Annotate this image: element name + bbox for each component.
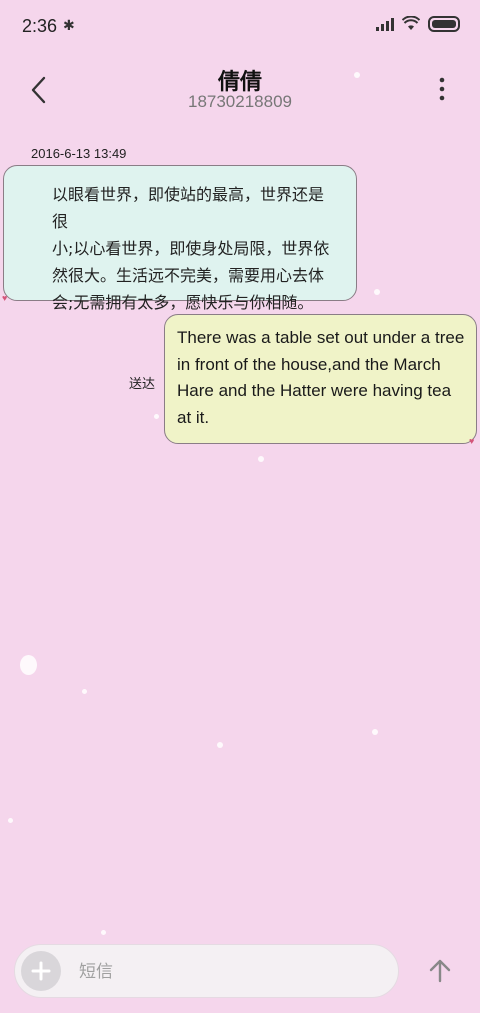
send-arrow-icon[interactable]: [424, 955, 456, 987]
message-text-line: at it.: [177, 407, 210, 427]
wifi-icon: [402, 16, 420, 30]
conversation-header: 倩倩 18730218809: [0, 58, 480, 118]
status-bar: 2:36 ✱: [0, 0, 480, 52]
message-text-line: in front of the house,and the March: [177, 354, 441, 374]
battery-icon: [428, 16, 460, 32]
status-icons: [376, 16, 460, 32]
snow-dot: [8, 818, 13, 823]
more-vertical-icon[interactable]: [432, 74, 452, 104]
contact-phone: 18730218809: [187, 92, 292, 111]
heart-icon: ♥: [469, 436, 475, 446]
delivery-status: 送达: [129, 377, 156, 392]
message-text-line: 以眼看世界，即使站的最高，世界还是很: [52, 185, 325, 231]
outgoing-message-bubble[interactable]: There was a table set out under a tree i…: [164, 314, 477, 444]
snow-dot: [20, 655, 37, 675]
message-text-line: There was a table set out under a tree: [177, 328, 465, 347]
status-time: 2:36: [22, 16, 58, 36]
message-text-line: Hare and the Hatter were having tea: [177, 381, 452, 400]
message-input[interactable]: [77, 955, 381, 989]
signal-icon: [376, 17, 394, 31]
message-text-line: 然很大。生活远不完美，需要用心去体: [52, 266, 325, 285]
bluetooth-icon: ✱: [63, 17, 75, 33]
snow-dot: [354, 72, 360, 78]
snow-dot: [82, 689, 87, 694]
message-composer: [14, 944, 399, 998]
message-text-line: 会;无需拥有太多，愿快乐与你相随。: [52, 293, 314, 312]
add-attachment-button[interactable]: [21, 951, 61, 991]
snow-dot: [154, 414, 159, 419]
snow-dot: [374, 289, 380, 295]
add-icon: [31, 961, 51, 981]
snow-dot: [217, 742, 223, 748]
message-timestamp: 2016-6-13 13:49: [31, 146, 127, 161]
snow-dot: [258, 456, 264, 462]
message-text-line: 小;以心看世界，即使身处局限，世界依: [52, 239, 330, 258]
snow-dot: [101, 930, 106, 935]
heart-icon: ♥: [2, 293, 8, 303]
snow-dot: [372, 729, 378, 735]
incoming-message-bubble[interactable]: 以眼看世界，即使站的最高，世界还是很 小;以心看世界，即使身处局限，世界依 然很…: [3, 165, 357, 312]
